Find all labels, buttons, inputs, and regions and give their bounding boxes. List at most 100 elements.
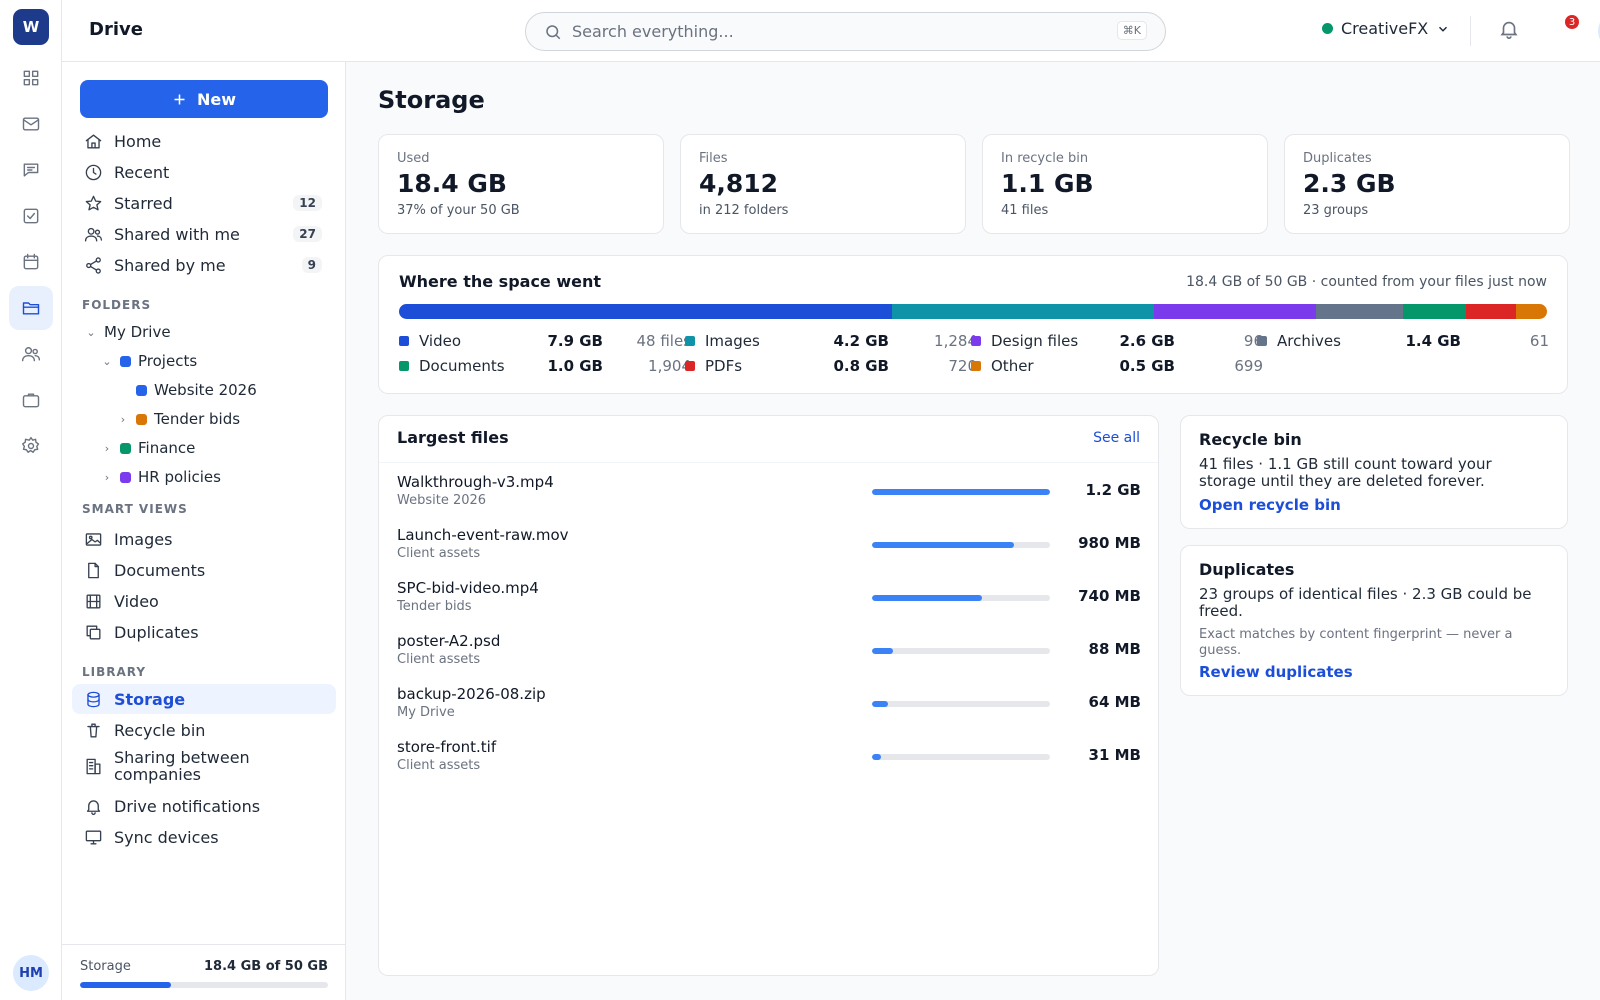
sidebar-item-starred[interactable]: Starred 12 <box>72 188 336 218</box>
chevron-right-icon[interactable]: › <box>116 413 130 426</box>
document-icon <box>83 561 103 580</box>
trash-icon <box>83 721 103 740</box>
file-name: Launch-event-raw.mov <box>397 526 569 544</box>
folder-item[interactable]: › Finance <box>100 436 196 460</box>
tasks-icon[interactable] <box>9 194 53 238</box>
sidebar-item-sharing-between-companies[interactable]: Sharing between companies <box>72 746 336 786</box>
sidebar-item-recent[interactable]: Recent <box>72 157 336 187</box>
file-size-bar <box>872 754 1050 760</box>
briefcase-icon[interactable] <box>9 378 53 422</box>
folder-label: Finance <box>138 439 196 457</box>
open-recycle-bin-link[interactable]: Open recycle bin <box>1199 496 1341 514</box>
legend-name: Design files <box>991 332 1079 350</box>
space-segment-pdfs[interactable] <box>1465 304 1516 319</box>
sidebar-item-storage[interactable]: Storage <box>72 684 336 714</box>
sidebar-item-label: Recent <box>114 162 170 182</box>
stat-value: 1.1 GB <box>1001 169 1094 198</box>
legend-swatch <box>971 336 981 346</box>
sidebar-item-home[interactable]: Home <box>72 126 336 156</box>
legend-item[interactable]: Images 4.2 GB 1,284 <box>685 331 977 351</box>
folder-item[interactable]: ⌄ My Drive <box>84 320 170 344</box>
share-icon <box>83 256 103 275</box>
duplicates-note: Exact matches by content fingerprint — n… <box>1199 627 1513 658</box>
space-segment-other[interactable] <box>1515 304 1547 319</box>
search-icon <box>544 23 562 41</box>
file-size-bar <box>872 542 1050 548</box>
folder-label: HR policies <box>138 468 221 486</box>
chevron-right-icon[interactable]: › <box>100 442 114 455</box>
folder-item[interactable]: ⌄ Projects <box>100 349 197 373</box>
sidebar-item-label: Sync devices <box>114 827 219 847</box>
legend-item[interactable]: Other 0.5 GB 699 <box>971 356 1263 376</box>
legend-item[interactable]: Design files 2.6 GB 96 <box>971 331 1263 351</box>
contacts-icon[interactable] <box>9 332 53 376</box>
settings-icon[interactable] <box>9 424 53 468</box>
file-row[interactable]: Walkthrough-v3.mp4 Website 2026 1.2 GB <box>379 467 1159 519</box>
sidebar-item-label: Shared with me <box>114 224 240 244</box>
count-badge: 27 <box>293 226 322 242</box>
org-switcher[interactable]: CreativeFX <box>1322 19 1450 38</box>
space-segment-design-files[interactable] <box>1153 304 1317 319</box>
folder-color-icon <box>136 413 147 425</box>
see-all-link[interactable]: See all <box>1093 430 1140 446</box>
chevron-down-icon[interactable]: ⌄ <box>100 355 114 368</box>
workspace-logo[interactable]: W <box>13 9 49 45</box>
legend-size: 4.2 GB <box>833 332 889 350</box>
file-row[interactable]: SPC-bid-video.mp4 Tender bids 740 MB <box>379 573 1159 625</box>
space-segment-documents[interactable] <box>1403 304 1466 319</box>
bell-icon[interactable] <box>1498 18 1520 40</box>
recycle-bin-text: 41 files · 1.1 GB still count toward you… <box>1199 455 1492 490</box>
stat-value: 18.4 GB <box>397 169 507 198</box>
stat-label: Duplicates <box>1303 151 1372 166</box>
search-box[interactable]: ⌘K <box>525 12 1166 51</box>
space-breakdown-card: Where the space went 18.4 GB of 50 GB · … <box>378 255 1568 394</box>
review-duplicates-link[interactable]: Review duplicates <box>1199 663 1353 681</box>
stat-sub: in 212 folders <box>699 203 789 218</box>
folder-item[interactable]: › Tender bids <box>116 407 240 431</box>
legend-item[interactable]: Documents 1.0 GB 1,904 <box>399 356 691 376</box>
sidebar-item-documents[interactable]: Documents <box>72 555 336 585</box>
file-size: 1.2 GB <box>1085 481 1141 499</box>
sidebar-item-label: Recycle bin <box>114 720 206 740</box>
legend-size: 1.0 GB <box>547 357 603 375</box>
legend-count: 1,904 <box>648 357 691 375</box>
file-row[interactable]: poster-A2.psd Client assets 88 MB <box>379 626 1159 678</box>
chevron-down-icon <box>1436 22 1450 36</box>
space-segment-archives[interactable] <box>1316 304 1404 319</box>
file-size-bar <box>872 648 1050 654</box>
legend-item[interactable]: PDFs 0.8 GB 720 <box>685 356 977 376</box>
apps-icon[interactable] <box>9 56 53 100</box>
space-segment-video[interactable] <box>399 304 892 319</box>
folder-item[interactable]: Website 2026 <box>116 378 257 402</box>
sidebar-item-duplicates[interactable]: Duplicates <box>72 617 336 647</box>
file-row[interactable]: store-front.tif Client assets 31 MB <box>379 732 1159 784</box>
count-badge: 9 <box>301 257 322 273</box>
chevron-right-icon[interactable]: › <box>100 471 114 484</box>
chat-icon[interactable] <box>9 148 53 192</box>
new-button[interactable]: New <box>80 80 328 118</box>
sidebar-item-recycle-bin[interactable]: Recycle bin <box>72 715 336 745</box>
legend-item[interactable]: Video 7.9 GB 48 files <box>399 331 691 351</box>
sidebar-item-drive-notifications[interactable]: Drive notifications <box>72 791 336 821</box>
sidebar-item-sync-devices[interactable]: Sync devices <box>72 822 336 852</box>
file-row[interactable]: Launch-event-raw.mov Client assets 980 MB <box>379 520 1159 572</box>
file-size-bar <box>872 701 1050 707</box>
legend-count: 61 <box>1529 332 1549 350</box>
sidebar-item-shared-with-me[interactable]: Shared with me 27 <box>72 219 336 249</box>
file-row[interactable]: backup-2026-08.zip My Drive 64 MB <box>379 679 1159 731</box>
search-input[interactable] <box>572 17 1092 46</box>
app-title: Drive <box>89 19 143 40</box>
rail-avatar[interactable]: HM <box>13 955 49 991</box>
legend-item[interactable]: Archives 1.4 GB 61 <box>1257 331 1549 351</box>
sidebar-item-video[interactable]: Video <box>72 586 336 616</box>
sidebar-item-shared-by-me[interactable]: Shared by me 9 <box>72 250 336 280</box>
space-segment-images[interactable] <box>891 304 1154 319</box>
image-icon <box>83 530 103 549</box>
drive-icon[interactable] <box>9 286 53 330</box>
mail-icon[interactable] <box>9 102 53 146</box>
storage-summary[interactable]: Storage 18.4 GB of 50 GB <box>62 944 346 1000</box>
folder-item[interactable]: › HR policies <box>100 465 221 489</box>
calendar-icon[interactable] <box>9 240 53 284</box>
chevron-down-icon[interactable]: ⌄ <box>84 326 98 339</box>
sidebar-item-images[interactable]: Images <box>72 524 336 554</box>
